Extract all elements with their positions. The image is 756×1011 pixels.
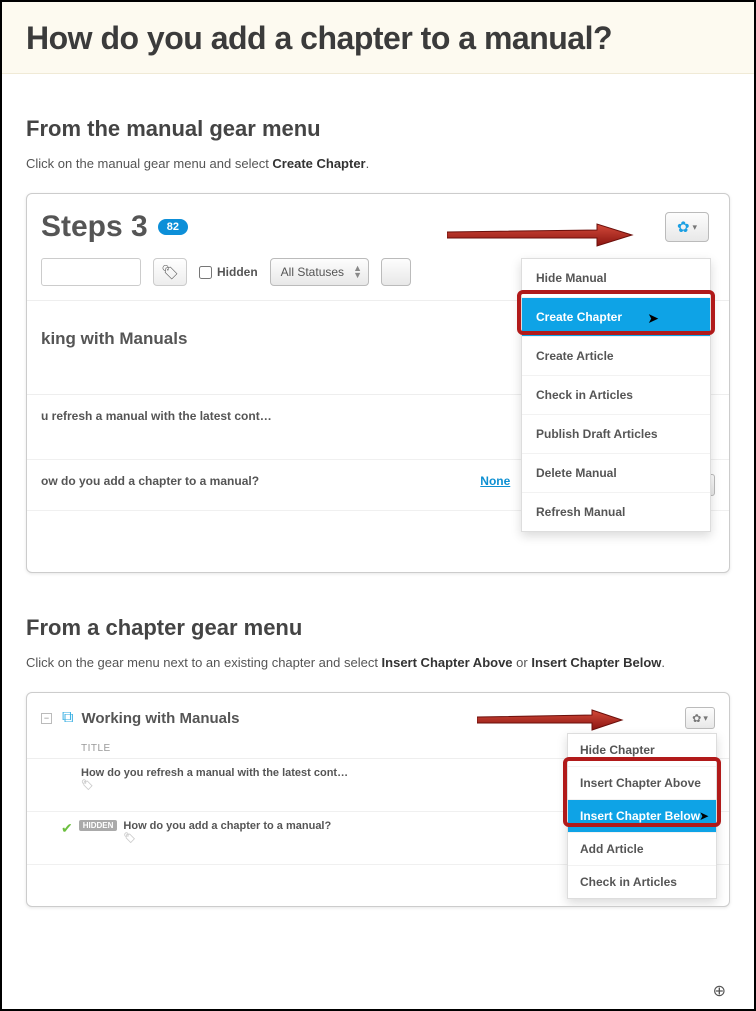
hidden-checkbox[interactable] (199, 266, 212, 279)
gear-icon: ✿ (692, 712, 701, 725)
tag-button[interactable]: 🏷 (153, 258, 187, 286)
article-title[interactable]: How do you add a chapter to a manual? 🏷 (123, 820, 615, 844)
updown-icon: ▲▼ (353, 265, 362, 279)
menu-item-hide-chapter[interactable]: Hide Chapter (568, 734, 716, 767)
annotation-arrow (447, 220, 637, 250)
screenshot-manual-gear-menu: Steps 3 82 ✿ ▾ 🏷 Hidden All Statuses ▲▼ … (26, 193, 730, 573)
collapse-toggle[interactable]: − (41, 713, 52, 724)
tag-plus-icon: 🏷 (161, 264, 179, 281)
caret-down-icon: ▾ (703, 713, 708, 724)
check-icon: ✔ (61, 820, 73, 837)
hidden-checkbox-label[interactable]: Hidden (199, 265, 258, 279)
cursor-icon: ➤ (699, 809, 709, 823)
menu-item-check-in-articles[interactable]: Check in Articles (522, 376, 710, 415)
article-title[interactable]: How do you refresh a manual with the lat… (81, 767, 615, 791)
menu-item-check-in-articles[interactable]: Check in Articles (568, 866, 716, 898)
cursor-icon: ➤ (647, 310, 659, 327)
menu-item-create-article[interactable]: Create Article (522, 337, 710, 376)
caret-down-icon: ▾ (693, 222, 698, 233)
gear-icon: ✿ (677, 218, 690, 236)
screenshot-chapter-gear-menu: − ⧉ Working with Manuals ✿ ▾ TITLE STATU… (26, 692, 730, 907)
search-input[interactable] (41, 258, 141, 286)
section-heading: From a chapter gear menu (26, 615, 730, 641)
status-filter-select[interactable]: All Statuses ▲▼ (270, 258, 369, 286)
article-count-badge: 82 (158, 219, 188, 235)
manual-title: Steps 3 (27, 210, 148, 244)
chapter-gear-dropdown: Hide Chapter Insert Chapter Above Insert… (567, 733, 717, 899)
menu-item-publish-drafts[interactable]: Publish Draft Articles (522, 415, 710, 454)
column-header-title: TITLE (81, 743, 585, 754)
menu-item-refresh-manual[interactable]: Refresh Manual (522, 493, 710, 531)
copy-icon: ⧉ (62, 709, 73, 727)
menu-item-delete-manual[interactable]: Delete Manual (522, 454, 710, 493)
manual-gear-button[interactable]: ✿ ▾ (665, 212, 709, 242)
section-description: Click on the manual gear menu and select… (26, 156, 730, 171)
section-description: Click on the gear menu next to an existi… (26, 655, 730, 670)
hidden-badge: HIDDEN (79, 820, 118, 831)
chapter-gear-button[interactable]: ✿ ▾ (685, 707, 715, 729)
tag-icon: 🏷 (81, 780, 94, 791)
menu-item-hide-manual[interactable]: Hide Manual (522, 259, 710, 298)
additional-button[interactable] (381, 258, 411, 286)
menu-item-insert-chapter-above[interactable]: Insert Chapter Above (568, 767, 716, 800)
annotation-arrow (477, 707, 627, 733)
section-heading: From the manual gear menu (26, 116, 730, 142)
article-title[interactable]: ow do you add a chapter to a manual? (41, 474, 480, 488)
page-title: How do you add a chapter to a manual? (26, 20, 730, 57)
menu-item-insert-chapter-below[interactable]: Insert Chapter Below (568, 800, 716, 833)
manual-gear-dropdown: Hide Manual Create Chapter Create Articl… (521, 258, 711, 532)
menu-item-add-article[interactable]: Add Article (568, 833, 716, 866)
article-title[interactable]: u refresh a manual with the latest cont… (41, 409, 585, 423)
magnify-icon[interactable]: ⊕ (713, 981, 726, 1001)
menu-item-create-chapter[interactable]: Create Chapter (522, 298, 710, 337)
tag-icon: 🏷 (123, 833, 136, 844)
